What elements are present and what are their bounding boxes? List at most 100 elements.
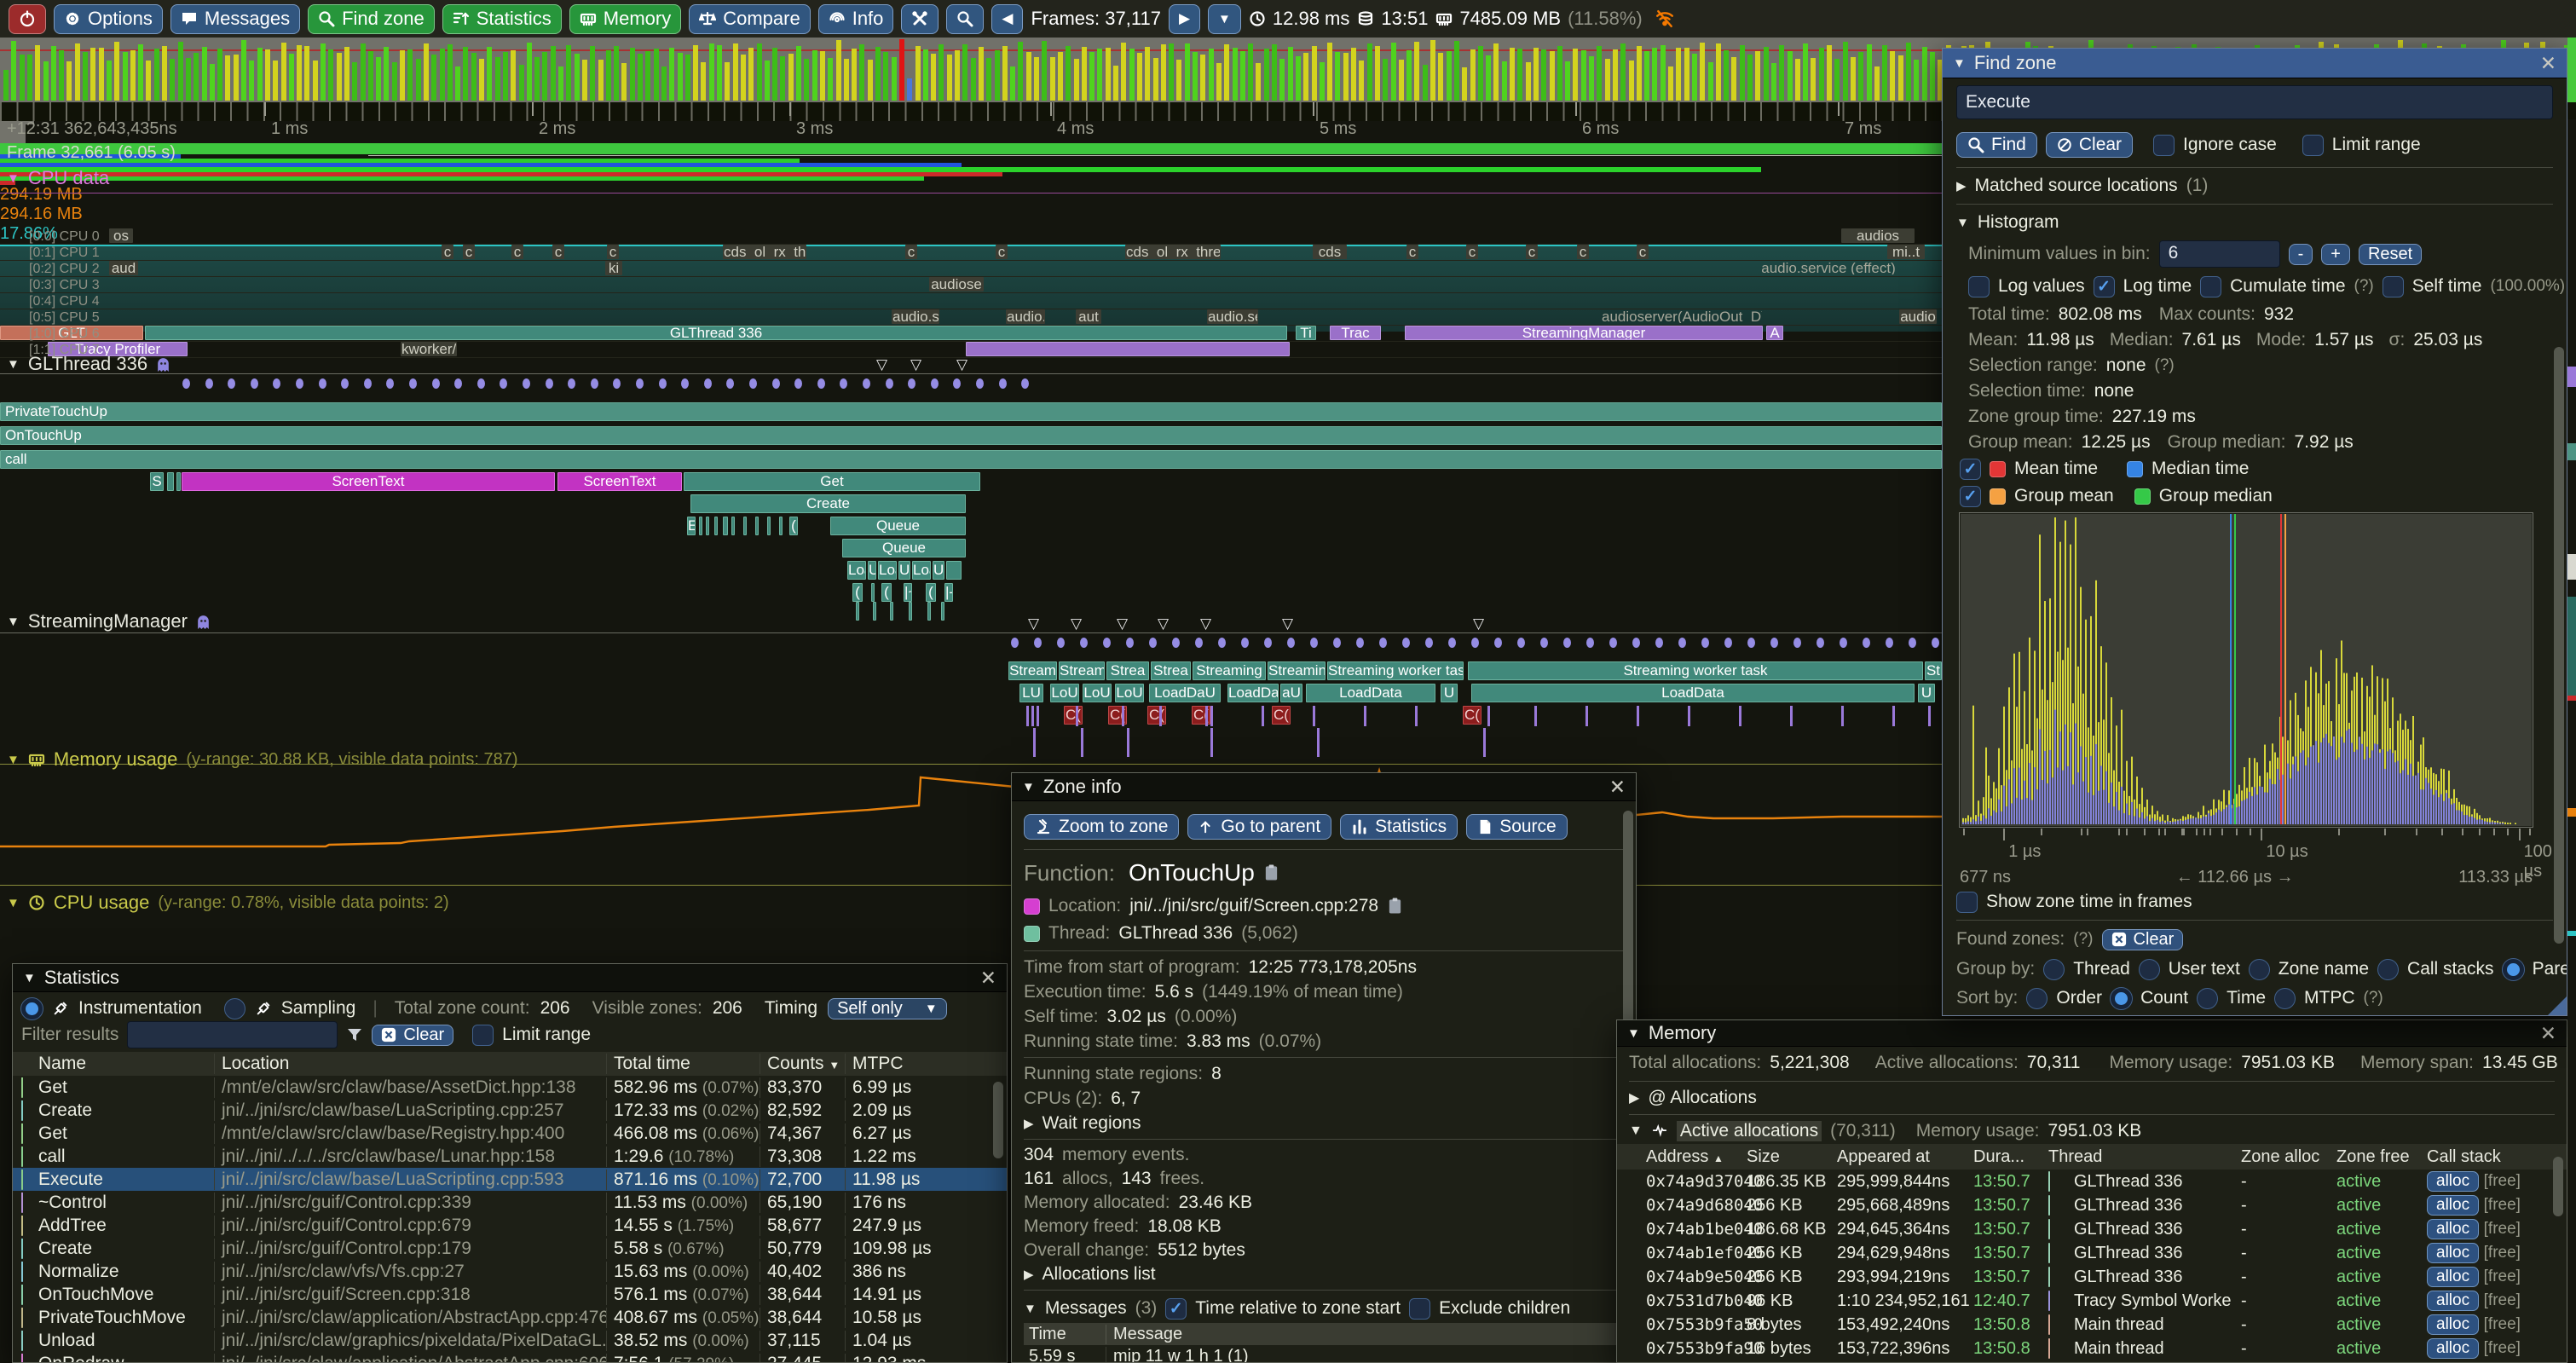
frame-bar[interactable]: [1668, 66, 1673, 101]
sample-dot[interactable]: [546, 378, 553, 389]
frame-bar[interactable]: [741, 55, 746, 101]
frame-bar[interactable]: [59, 50, 64, 101]
sample-dot[interactable]: [1356, 638, 1364, 648]
cpu-zone[interactable]: kworker/u: [401, 342, 457, 356]
frame-bar[interactable]: [1827, 45, 1832, 101]
timeline-zone[interactable]: C(: [1064, 706, 1083, 725]
frame-bar[interactable]: [1565, 61, 1570, 101]
frame-bar[interactable]: [1755, 51, 1760, 101]
frame-bar[interactable]: [1026, 52, 1031, 101]
go-to-parent-button[interactable]: Go to parent: [1187, 814, 1331, 840]
timeline-zone[interactable]: C(: [1463, 706, 1481, 725]
show-zone-time-checkbox[interactable]: [1956, 892, 1978, 913]
alloc-callstack-button[interactable]: alloc: [2427, 1267, 2479, 1287]
filter-input[interactable]: [127, 1021, 338, 1048]
sample-dot[interactable]: [613, 378, 621, 389]
histogram-section[interactable]: Histogram: [1978, 212, 2059, 233]
timeline-zone[interactable]: Streaming worker task: [1468, 661, 1923, 680]
table-row[interactable]: Normalize jni/../jni/src/claw/vfs/Vfs.cp…: [13, 1260, 1007, 1283]
allocation-row[interactable]: 0x74a9d37040186.35 KB295,999,844ns 13:50…: [1617, 1170, 2567, 1193]
frame-bar[interactable]: [772, 48, 777, 101]
timeline-zone[interactable]: S: [150, 472, 164, 491]
timeline-zone[interactable]: Streaming worker tas: [1327, 661, 1464, 680]
frame-bar[interactable]: [495, 57, 500, 101]
allocation-row[interactable]: 0x7553b9fa508 bytes153,492,240ns 13:50.8…: [1617, 1313, 2567, 1337]
message-marker-icon[interactable]: ▽: [956, 356, 967, 373]
frame-bar[interactable]: [1153, 58, 1158, 101]
cpu-chip[interactable]: audioserver(AudioOut_D): [1601, 309, 1763, 324]
timeline-zone[interactable]: (: [852, 583, 863, 602]
table-row[interactable]: Get /mnt/e/claw/src/claw/base/AssetDict.…: [13, 1076, 1007, 1099]
timeline-zone[interactable]: (: [926, 583, 936, 602]
memory-usage-header[interactable]: ▼Memory usage(y-range: 30.88 KB, visible…: [7, 748, 518, 771]
table-row[interactable]: ~Control jni/../jni/src/guif/Control.cpp…: [13, 1191, 1007, 1214]
col-mtpc[interactable]: MTPC: [845, 1054, 961, 1074]
timeline-zone[interactable]: LoU: [1115, 684, 1144, 702]
zone-statistics-button[interactable]: Statistics: [1340, 814, 1458, 840]
frame-bar[interactable]: [337, 53, 342, 101]
col-6[interactable]: Zone free: [2336, 1147, 2427, 1167]
frame-bar[interactable]: [1216, 63, 1222, 101]
frame-bar[interactable]: [1399, 60, 1404, 101]
frame-bar[interactable]: [1320, 62, 1325, 101]
sample-dot[interactable]: [659, 378, 667, 389]
frame-bar[interactable]: [1343, 53, 1349, 101]
table-row[interactable]: PrivateTouchMove jni/../jni/src/claw/app…: [13, 1306, 1007, 1329]
table-row[interactable]: OnTouchMove jni/../jni/src/guif/Screen.c…: [13, 1283, 1007, 1306]
sample-dot[interactable]: [1563, 638, 1571, 648]
message-marker-icon[interactable]: ▽: [1071, 615, 1082, 632]
col-4[interactable]: Thread: [2048, 1147, 2241, 1167]
frame-bar[interactable]: [796, 46, 801, 101]
frame-bar[interactable]: [1145, 47, 1150, 101]
find-zone-scrollbar[interactable]: [2554, 347, 2564, 944]
sample-dot[interactable]: [749, 378, 757, 389]
frame-bar[interactable]: [558, 66, 563, 101]
frame-bar[interactable]: [289, 54, 294, 101]
cpu-chip[interactable]: c: [552, 245, 564, 259]
frame-bar[interactable]: [1097, 49, 1102, 101]
frame-bar[interactable]: [717, 45, 722, 101]
sample-dot[interactable]: [681, 378, 689, 389]
frame-bar[interactable]: [868, 60, 873, 101]
cpu-chip[interactable]: c: [1577, 245, 1589, 259]
sample-dot[interactable]: [1747, 638, 1755, 648]
frame-bar[interactable]: [431, 55, 436, 101]
limit-range-checkbox[interactable]: [2302, 135, 2324, 156]
close-icon[interactable]: ✕: [1609, 776, 1626, 799]
sample-dot[interactable]: [1333, 638, 1341, 648]
frame-bar[interactable]: [1526, 62, 1531, 101]
sample-dot[interactable]: [1448, 638, 1456, 648]
frame-bar[interactable]: [1922, 47, 1927, 101]
sample-dot[interactable]: [953, 378, 961, 389]
frame-bar[interactable]: [1034, 57, 1039, 101]
cpu-zone[interactable]: [966, 342, 1290, 356]
frame-bar[interactable]: [265, 49, 270, 101]
cpu-usage-header[interactable]: ▼CPU usage(y-range: 0.78%, visible data …: [7, 892, 449, 914]
alloc-callstack-button[interactable]: alloc: [2427, 1243, 2479, 1263]
sample-dot[interactable]: [1494, 638, 1502, 648]
frame-bar[interactable]: [1303, 53, 1308, 101]
frame-bar[interactable]: [654, 49, 659, 101]
frame-bar[interactable]: [3, 70, 9, 101]
frame-bar[interactable]: [1288, 47, 1293, 101]
frame-bar[interactable]: [1533, 48, 1539, 101]
frame-bar[interactable]: [828, 58, 833, 101]
frame-bar[interactable]: [1161, 44, 1166, 101]
frame-bar[interactable]: [1359, 61, 1364, 101]
sort-by-order-radio[interactable]: [2026, 988, 2048, 1009]
table-row[interactable]: AddTree jni/../jni/src/guif/Control.cpp:…: [13, 1214, 1007, 1237]
memory-titlebar[interactable]: ▼ Memory ✕: [1617, 1020, 2567, 1047]
frame-menu-button[interactable]: ▼: [1208, 4, 1241, 34]
group-by-user-text-radio[interactable]: [2139, 959, 2160, 980]
alloc-callstack-button[interactable]: alloc: [2427, 1195, 2479, 1216]
frame-bar[interactable]: [519, 65, 524, 101]
cpu-chip[interactable]: c: [1406, 245, 1418, 259]
frame-bar[interactable]: [463, 47, 468, 101]
frame-bar[interactable]: [321, 43, 326, 101]
frame-bar[interactable]: [328, 49, 333, 101]
sample-dot[interactable]: [636, 378, 644, 389]
close-icon[interactable]: ✕: [2540, 1022, 2556, 1045]
allocation-row[interactable]: 0x74ab1ef040256 KB294,629,948ns 13:50.7 …: [1617, 1241, 2567, 1265]
frame-bar[interactable]: [1272, 44, 1277, 101]
clear-found-button[interactable]: Clear: [2102, 929, 2184, 950]
